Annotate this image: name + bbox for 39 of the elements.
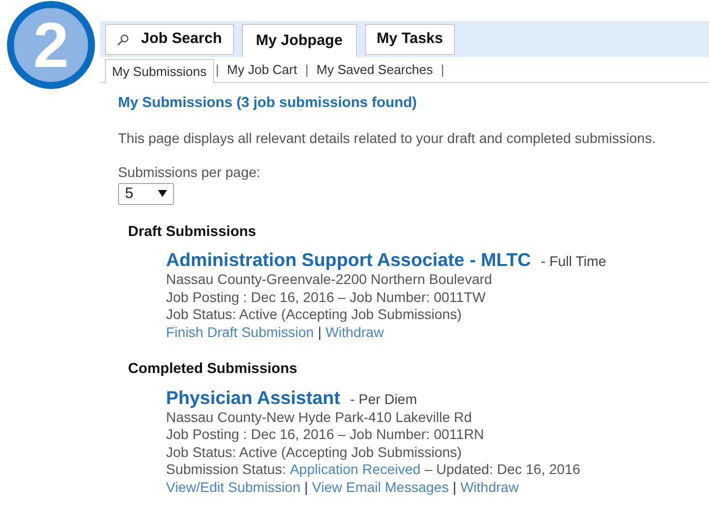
subtab-link[interactable]: My Job Cart: [221, 58, 304, 82]
updated-date-text: – Updated: Dec 16, 2016: [424, 461, 580, 478]
section-heading: Completed Submissions: [127, 361, 298, 378]
job-title-link[interactable]: Physician Assistant: [166, 386, 340, 408]
page-heading: My Submissions (3 job submissions found): [118, 95, 418, 112]
submission-status-label: Submission Status:: [166, 461, 286, 478]
subtab-link[interactable]: My Saved Searches: [310, 58, 439, 82]
nav-tab[interactable]: Job Search: [105, 24, 234, 55]
step-number-badge: 2: [7, 1, 95, 89]
action-link[interactable]: View Email Messages: [312, 478, 449, 496]
separator-text: |: [304, 61, 310, 80]
job-status-text: Job Status: Active (Accepting Job Submissions): [166, 306, 463, 324]
job-status-text: Job Status: Active (Accepting Job Submissions): [166, 444, 463, 461]
search-icon: [117, 34, 129, 46]
job-type-text: - Per Diem: [350, 390, 418, 408]
separator-text: |: [318, 324, 322, 341]
per-page-label: Submissions per page:: [118, 164, 262, 182]
section-heading: Draft Submissions: [127, 224, 258, 241]
job-location-text: Nassau County-New Hyde Park-410 Lakeville Rd: [166, 408, 473, 426]
page-description: This page displays all relevant details related to your draft and completed submissions.: [118, 130, 657, 147]
job-title-link[interactable]: Administration Support Associate - MLTC: [166, 249, 531, 271]
separator-text: |: [304, 478, 308, 496]
action-link[interactable]: View/Edit Submission: [166, 478, 300, 496]
nav-tab[interactable]: My Tasks: [364, 24, 455, 55]
job-type-text: - Full Time: [540, 253, 606, 270]
nav-tab[interactable]: My Jobpage: [242, 24, 357, 57]
action-link[interactable]: Finish Draft Submission: [166, 324, 314, 341]
per-page-dropdown[interactable]: 5: [118, 182, 174, 204]
separator-text: |: [452, 478, 456, 496]
action-link[interactable]: Withdraw: [325, 324, 384, 341]
submission-status-link[interactable]: Application Received: [290, 461, 421, 478]
dropdown-caret-icon: [158, 190, 167, 197]
job-posting-text: Job Posting : Dec 16, 2016 – Job Number: 0011TW: [166, 288, 487, 306]
separator-text: |: [214, 61, 220, 80]
action-link[interactable]: Withdraw: [460, 478, 519, 496]
separator-text: |: [440, 61, 446, 80]
subtab-link[interactable]: My Submissions: [105, 59, 214, 83]
job-location-text: Nassau County-Greenvale-2200 Northern Boulevard: [166, 271, 494, 288]
job-posting-text: Job Posting : Dec 16, 2016 – Job Number: 0011RN: [166, 426, 486, 444]
